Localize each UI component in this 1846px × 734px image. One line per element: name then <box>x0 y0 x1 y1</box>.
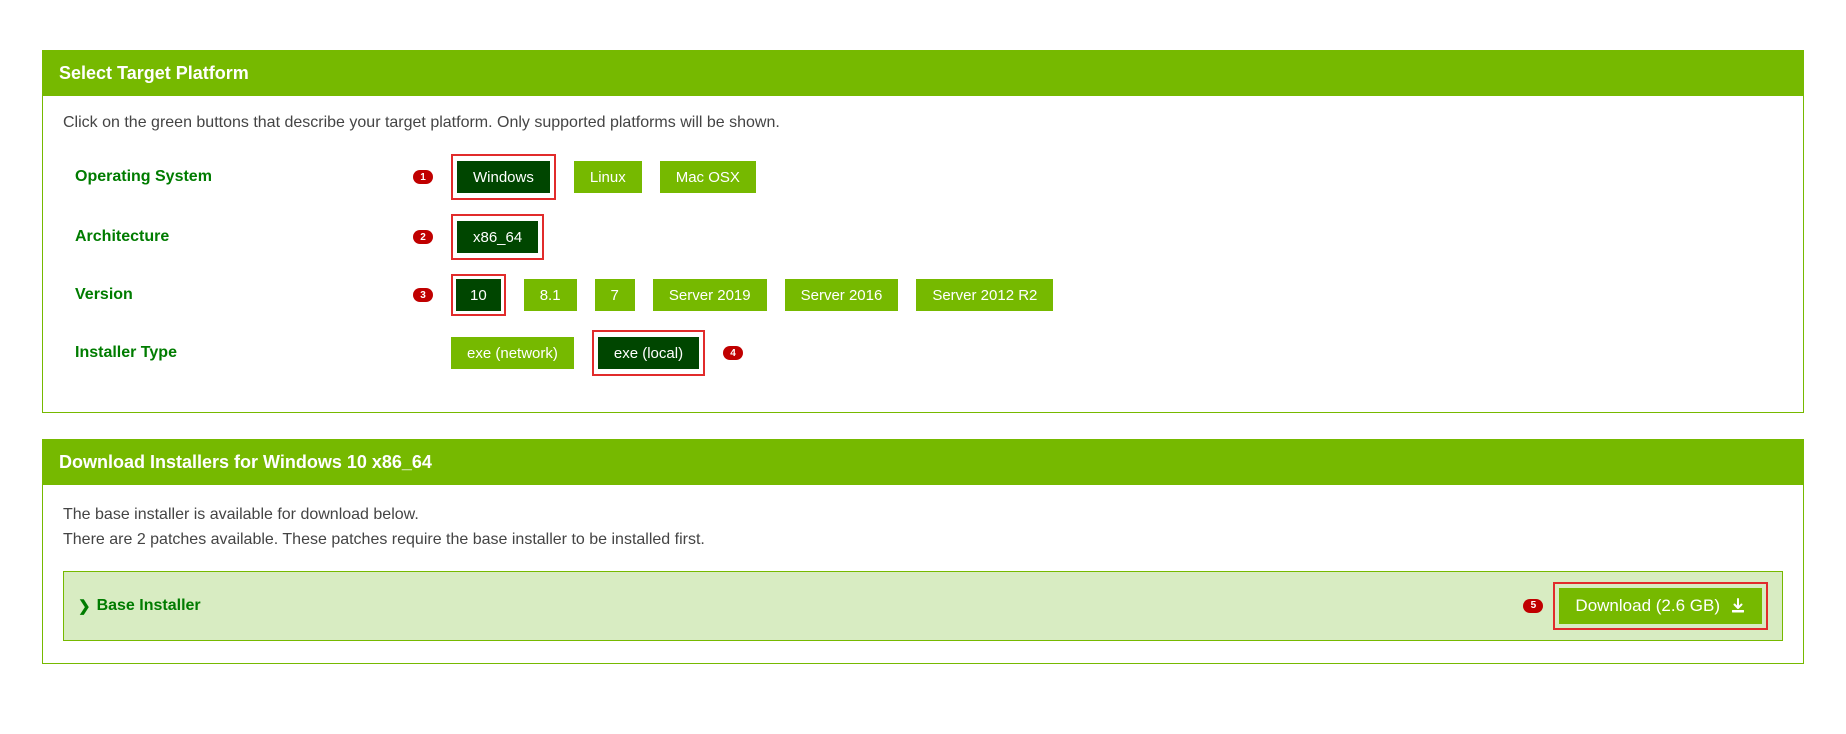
panel-header-download: Download Installers for Windows 10 x86_6… <box>43 440 1803 485</box>
callout-5: 5 <box>1523 599 1543 613</box>
options-operating-system: 1 Windows Linux Mac OSX <box>413 154 756 200</box>
option-version-10[interactable]: 10 <box>456 279 501 311</box>
platform-intro-text: Click on the green buttons that describe… <box>63 114 1783 132</box>
highlight-box-arch: x86_64 <box>451 214 544 260</box>
options-architecture: 2 x86_64 <box>413 214 544 260</box>
callout-1: 1 <box>413 170 433 184</box>
highlight-box-os: Windows <box>451 154 556 200</box>
download-button[interactable]: Download (2.6 GB) <box>1559 588 1762 624</box>
base-installer-row: ❯ Base Installer 5 Download (2.6 GB) <box>63 571 1783 641</box>
options-installer-type: exe (network) exe (local) 4 <box>413 330 743 376</box>
option-os-windows[interactable]: Windows <box>457 161 550 193</box>
download-panel: Download Installers for Windows 10 x86_6… <box>42 439 1804 664</box>
download-desc-line1: The base installer is available for down… <box>63 506 419 523</box>
option-os-linux[interactable]: Linux <box>574 161 642 193</box>
option-version-server-2012-r2[interactable]: Server 2012 R2 <box>916 279 1053 311</box>
download-description: The base installer is available for down… <box>63 503 1783 553</box>
download-icon <box>1730 598 1746 614</box>
download-button-label: Download (2.6 GB) <box>1575 596 1720 616</box>
highlight-box-version: 10 <box>451 274 506 316</box>
base-installer-label: Base Installer <box>97 597 201 615</box>
row-operating-system: Operating System 1 Windows Linux Mac OSX <box>63 154 1783 200</box>
download-desc-line2: There are 2 patches available. These pat… <box>63 531 705 548</box>
option-installer-exe-local[interactable]: exe (local) <box>598 337 699 369</box>
option-arch-x86-64[interactable]: x86_64 <box>457 221 538 253</box>
label-version: Version <box>63 286 413 304</box>
platform-panel-body: Click on the green buttons that describe… <box>43 96 1803 412</box>
callout-2: 2 <box>413 230 433 244</box>
option-version-server-2019[interactable]: Server 2019 <box>653 279 767 311</box>
row-version: Version 3 10 8.1 7 Server 2019 Server 20… <box>63 274 1783 316</box>
option-version-8-1[interactable]: 8.1 <box>524 279 577 311</box>
row-installer-type: Installer Type exe (network) exe (local)… <box>63 330 1783 376</box>
label-architecture: Architecture <box>63 228 413 246</box>
option-os-macosx[interactable]: Mac OSX <box>660 161 756 193</box>
label-installer-type: Installer Type <box>63 344 413 362</box>
options-version: 3 10 8.1 7 Server 2019 Server 2016 Serve… <box>413 274 1053 316</box>
highlight-box-installer: exe (local) <box>592 330 705 376</box>
highlight-box-download: Download (2.6 GB) <box>1553 582 1768 630</box>
option-installer-exe-network[interactable]: exe (network) <box>451 337 574 369</box>
chevron-right-icon: ❯ <box>78 597 91 615</box>
select-target-platform-panel: Select Target Platform Click on the gree… <box>42 50 1804 413</box>
option-version-server-2016[interactable]: Server 2016 <box>785 279 899 311</box>
label-operating-system: Operating System <box>63 168 413 186</box>
row-architecture: Architecture 2 x86_64 <box>63 214 1783 260</box>
callout-3: 3 <box>413 288 433 302</box>
download-panel-body: The base installer is available for down… <box>43 485 1803 663</box>
callout-4: 4 <box>723 346 743 360</box>
panel-header-select-target: Select Target Platform <box>43 51 1803 96</box>
option-version-7[interactable]: 7 <box>595 279 635 311</box>
base-installer-left: ❯ Base Installer <box>78 597 201 615</box>
